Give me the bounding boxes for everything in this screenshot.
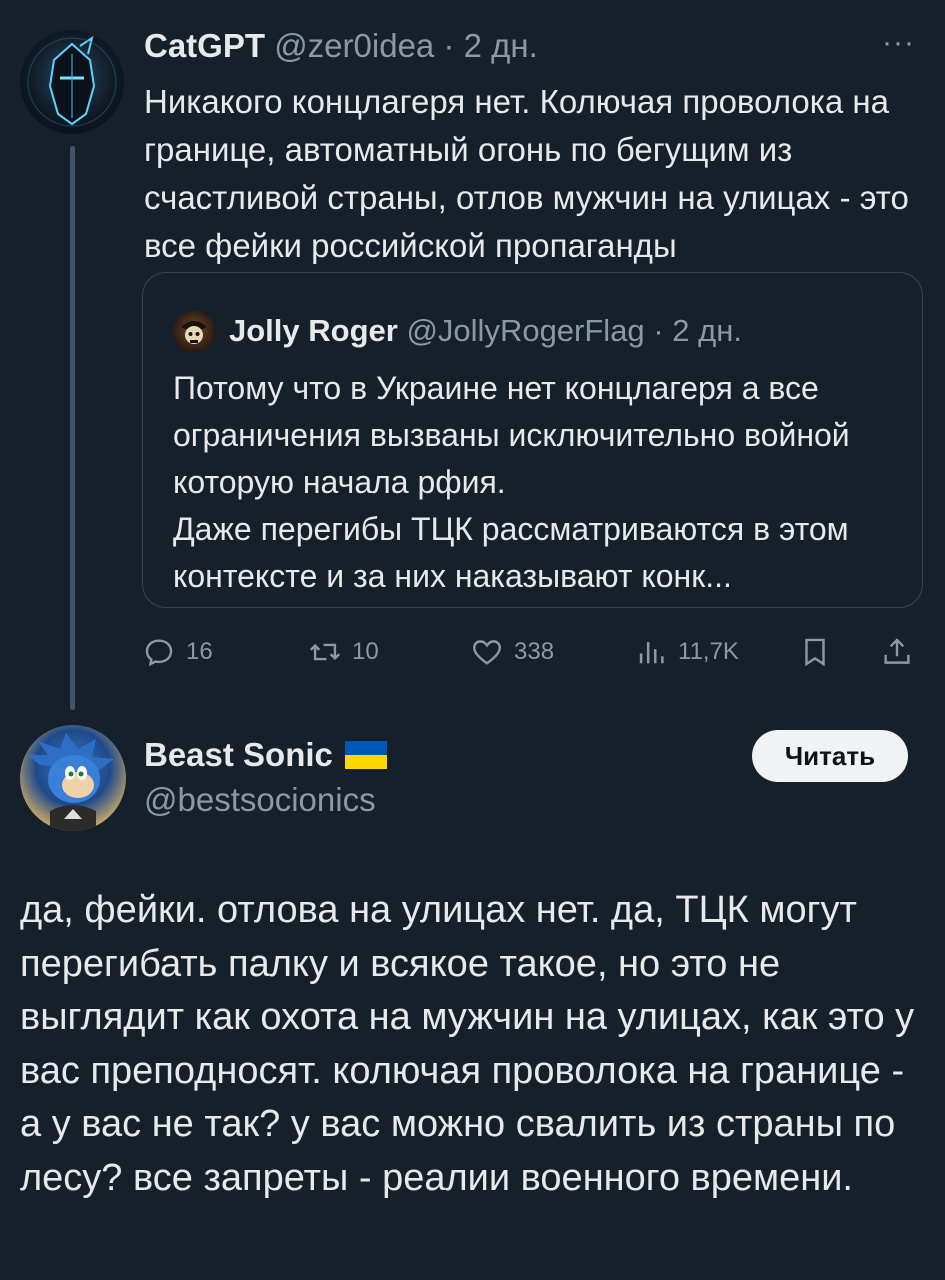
views-count: 11,7K — [678, 638, 739, 665]
ukraine-flag-icon — [344, 741, 387, 769]
author-name[interactable]: CatGPT — [144, 27, 265, 64]
tweet-text: да, фейки. отлова на улицах нет. да, ТЦК… — [20, 889, 915, 1199]
reply-button[interactable]: 16 — [142, 630, 213, 674]
author-name-row: Beast Sonic — [144, 734, 387, 776]
action-bar: 16 10 338 11,7K — [142, 630, 932, 674]
views-chart-icon — [639, 642, 664, 664]
more-dots-icon[interactable]: ··· — [882, 26, 915, 60]
like-count: 338 — [514, 638, 555, 665]
author-name[interactable]: Beast Sonic — [144, 734, 333, 776]
reply-count: 16 — [186, 638, 213, 665]
quote-header: Jolly Roger @JollyRogerFlag · 2 дн. — [229, 311, 742, 351]
tweet-header: CatGPT @zer0idea · 2 дн. — [144, 26, 538, 66]
author-handle[interactable]: @zer0idea — [274, 27, 434, 64]
author-handle[interactable]: @bestsocionics — [144, 780, 376, 820]
follow-button[interactable]: Читать — [752, 730, 908, 782]
retweet-icon — [309, 643, 341, 661]
quote-tweet[interactable]: Jolly Roger @JollyRogerFlag · 2 дн. Пото… — [142, 272, 923, 608]
quote-timestamp: 2 дн. — [672, 313, 742, 348]
quote-text: Потому что в Украине нет концлагеря а вс… — [173, 365, 913, 600]
thread-line — [70, 146, 75, 710]
share-icon — [884, 638, 910, 664]
quote-text-paragraph: Потому что в Украине нет концлагеря а вс… — [173, 370, 850, 500]
quote-avatar — [173, 311, 215, 353]
quote-author-name: Jolly Roger — [229, 313, 398, 348]
separator: · — [653, 313, 664, 348]
pirate-skull-icon — [181, 321, 207, 344]
sonic-character-icon — [28, 733, 114, 831]
quote-author-handle: @JollyRogerFlag — [406, 313, 645, 348]
tweet-text: Никакого концлагеря нет. Колючая проволо… — [144, 83, 909, 264]
quote-text-paragraph: Даже перегибы ТЦК рассматриваются в этом… — [173, 511, 849, 594]
retweet-button[interactable]: 10 — [308, 630, 379, 674]
heart-icon — [473, 640, 501, 665]
views-button[interactable]: 11,7K — [634, 630, 739, 674]
avatar[interactable] — [20, 30, 124, 134]
separator: · — [443, 27, 455, 64]
bookmark-icon — [805, 638, 825, 667]
bookmark-button[interactable] — [798, 630, 832, 674]
like-button[interactable]: 338 — [470, 630, 554, 674]
share-button[interactable] — [880, 630, 914, 674]
avatar[interactable] — [20, 725, 126, 831]
retweet-count: 10 — [352, 638, 379, 665]
timestamp[interactable]: 2 дн. — [464, 27, 538, 64]
knight-helmet-icon — [27, 35, 117, 127]
reply-icon — [145, 639, 173, 667]
tweet-thread: CatGPT @zer0idea · 2 дн. ··· Никакого ко… — [0, 0, 945, 1280]
